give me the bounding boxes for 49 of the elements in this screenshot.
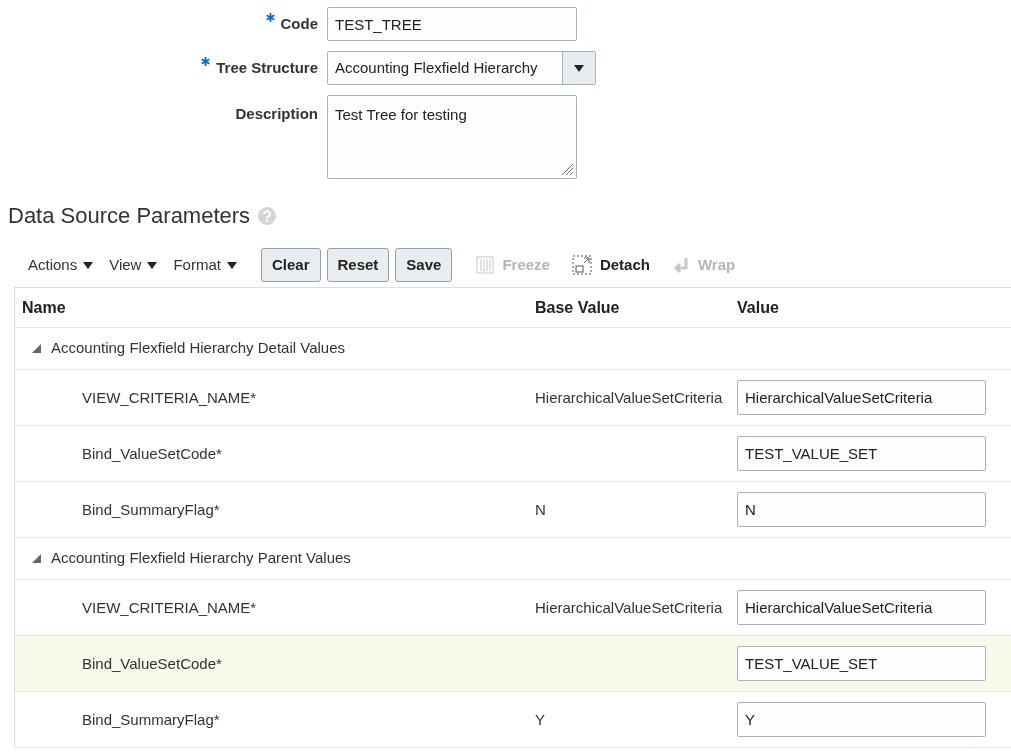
field-label: Code — [280, 13, 318, 34]
column-header: Value — [736, 297, 779, 318]
detach-icon — [571, 255, 592, 275]
menu-button[interactable]: Format — [173, 253, 237, 277]
table-row[interactable]: Bind_ValueSetCode* TEST_VALUE_SET — [15, 636, 1011, 692]
field-label: Description — [235, 104, 318, 124]
caret-icon — [226, 261, 237, 269]
table-cell: Bind_SummaryFlag* — [82, 710, 220, 728]
caret-icon — [147, 261, 158, 269]
table-cell: VIEW_CRITERIA_NAME* — [82, 598, 257, 616]
table-cell: HierarchicalValueSetCriteria — [535, 388, 723, 406]
column-header: Base Value — [534, 297, 621, 318]
required-icon — [265, 12, 275, 22]
value-field[interactable]: TEST_VALUE_SET — [737, 646, 986, 681]
value-field[interactable]: HierarchicalValueSetCriteria — [737, 590, 986, 625]
group-name: Accounting Flexfield Hierarchy Parent Values — [51, 548, 351, 569]
dropdown-value: Accounting Flexfield Hierarchy — [334, 57, 539, 78]
code-field[interactable]: TEST_TREE — [327, 7, 577, 41]
resize-handle-icon — [560, 162, 574, 176]
table-cell: Bind_SummaryFlag* — [82, 500, 220, 518]
caret-icon — [574, 64, 584, 72]
expanded-triangle-icon[interactable] — [32, 344, 41, 353]
toolbar-button[interactable]: Clear — [260, 248, 321, 282]
field-label: Tree Structure — [216, 57, 318, 78]
required-icon — [201, 56, 211, 66]
table-cell: Y — [535, 710, 545, 728]
table-cell: HierarchicalValueSetCriteria — [535, 598, 723, 616]
table-cell: Bind_ValueSetCode* — [82, 444, 222, 462]
toolbar-button[interactable]: Reset — [326, 248, 390, 282]
menu-button[interactable]: Actions — [28, 253, 94, 277]
menu-button[interactable]: View — [109, 253, 158, 277]
column-header: Name — [21, 297, 67, 318]
caret-icon — [83, 261, 94, 269]
return-arrow-icon — [671, 256, 690, 274]
value-field[interactable]: N — [737, 492, 986, 527]
expanded-triangle-icon[interactable] — [32, 554, 41, 563]
group-name: Accounting Flexfield Hierarchy Detail Values — [51, 338, 346, 359]
table-cell: N — [535, 500, 546, 518]
table-cell: Bind_ValueSetCode* — [82, 654, 222, 672]
value-field[interactable]: TEST_VALUE_SET — [737, 436, 986, 471]
description-field[interactable]: Test Tree for testing — [327, 95, 577, 179]
section-title: Data Source Parameters — [8, 202, 251, 230]
toolbar-button[interactable]: Save — [395, 248, 453, 282]
columns-icon — [476, 256, 495, 274]
toolbar-tool[interactable]: Detach — [571, 253, 650, 277]
tree-structure-dropdown[interactable]: Accounting Flexfield Hierarchy — [327, 51, 596, 85]
value-field[interactable]: Y — [737, 702, 986, 737]
table-cell: VIEW_CRITERIA_NAME* — [82, 388, 257, 406]
value-field[interactable]: HierarchicalValueSetCriteria — [737, 380, 986, 415]
